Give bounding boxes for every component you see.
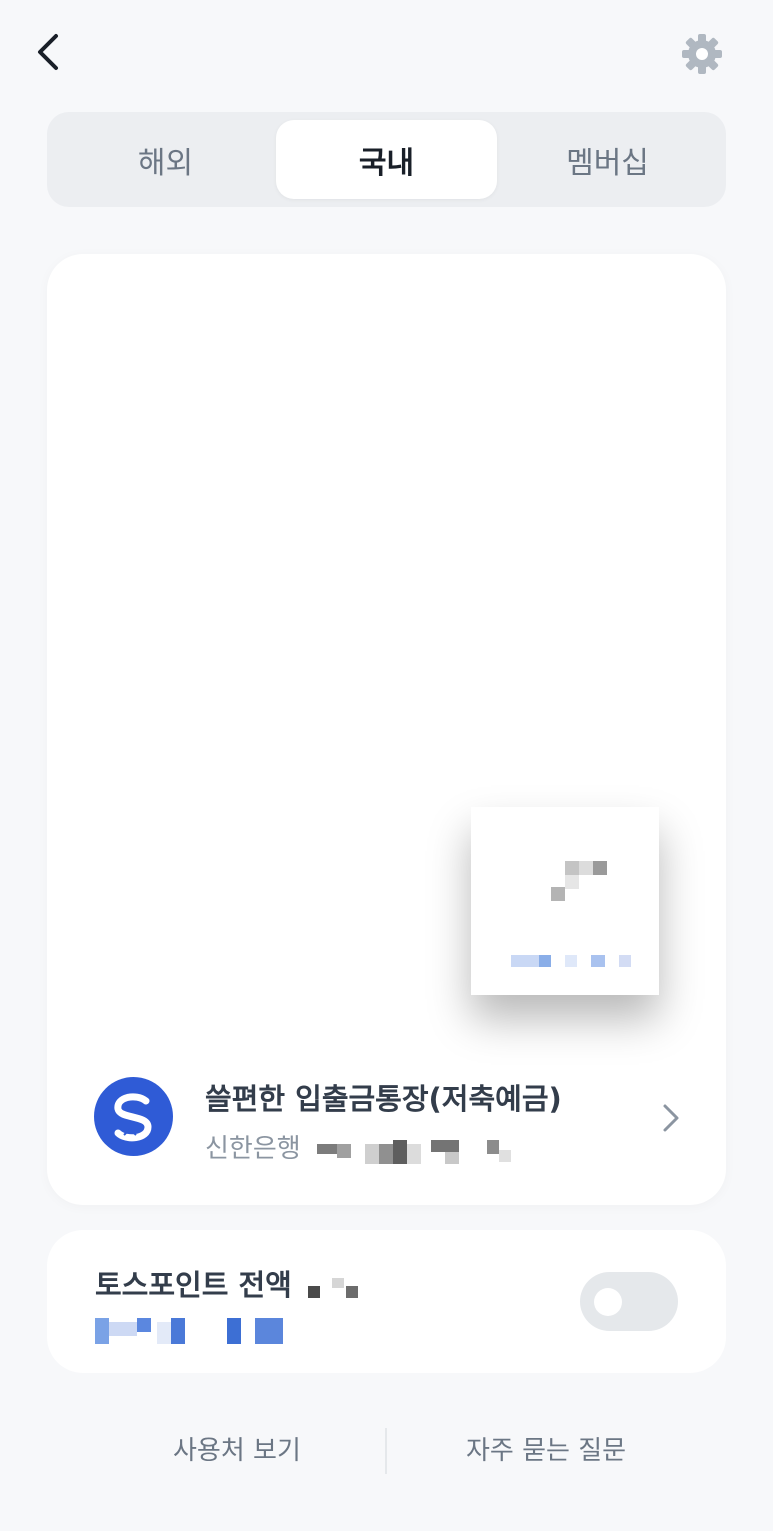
account-name: 쓸편한 입출금통장(저축예금) [205, 1082, 562, 1116]
points-toggle[interactable] [580, 1272, 678, 1331]
tab-domestic[interactable]: 국내 [276, 120, 497, 199]
account-subtitle: 신한은행 [205, 1128, 517, 1165]
points-label: 토스포인트 전액 [95, 1268, 292, 1302]
account-number-redacted [316, 1136, 517, 1164]
toggle-knob [594, 1288, 622, 1316]
segment-tabs: 해외 국내 멤버십 [47, 112, 726, 207]
footer-links: 사용처 보기 자주 묻는 질문 [0, 1420, 773, 1480]
points-amount-redacted [95, 1318, 295, 1346]
points-title: 토스포인트 전액 [95, 1262, 360, 1304]
footer-divider [385, 1428, 387, 1474]
settings-button[interactable] [676, 28, 728, 80]
shinhan-bank-logo-icon [94, 1077, 173, 1156]
top-bar [0, 0, 773, 105]
card-image-redacted [471, 807, 659, 995]
chevron-left-icon [38, 34, 58, 70]
bank-name: 신한은행 [205, 1134, 301, 1164]
tab-overseas[interactable]: 해외 [55, 120, 276, 199]
gear-icon [682, 34, 722, 74]
usage-link[interactable]: 사용처 보기 [173, 1430, 301, 1467]
back-button[interactable] [26, 30, 70, 74]
account-card: 쓸편한 입출금통장(저축예금) 신한은행 [47, 254, 726, 1205]
points-card: 토스포인트 전액 [47, 1230, 726, 1373]
account-row[interactable]: 쓸편한 입출금통장(저축예금) 신한은행 [47, 1054, 726, 1182]
faq-link[interactable]: 자주 묻는 질문 [466, 1430, 626, 1467]
points-value-redacted [307, 1274, 360, 1300]
chevron-right-icon [663, 1104, 679, 1132]
tab-membership[interactable]: 멤버십 [497, 120, 718, 199]
